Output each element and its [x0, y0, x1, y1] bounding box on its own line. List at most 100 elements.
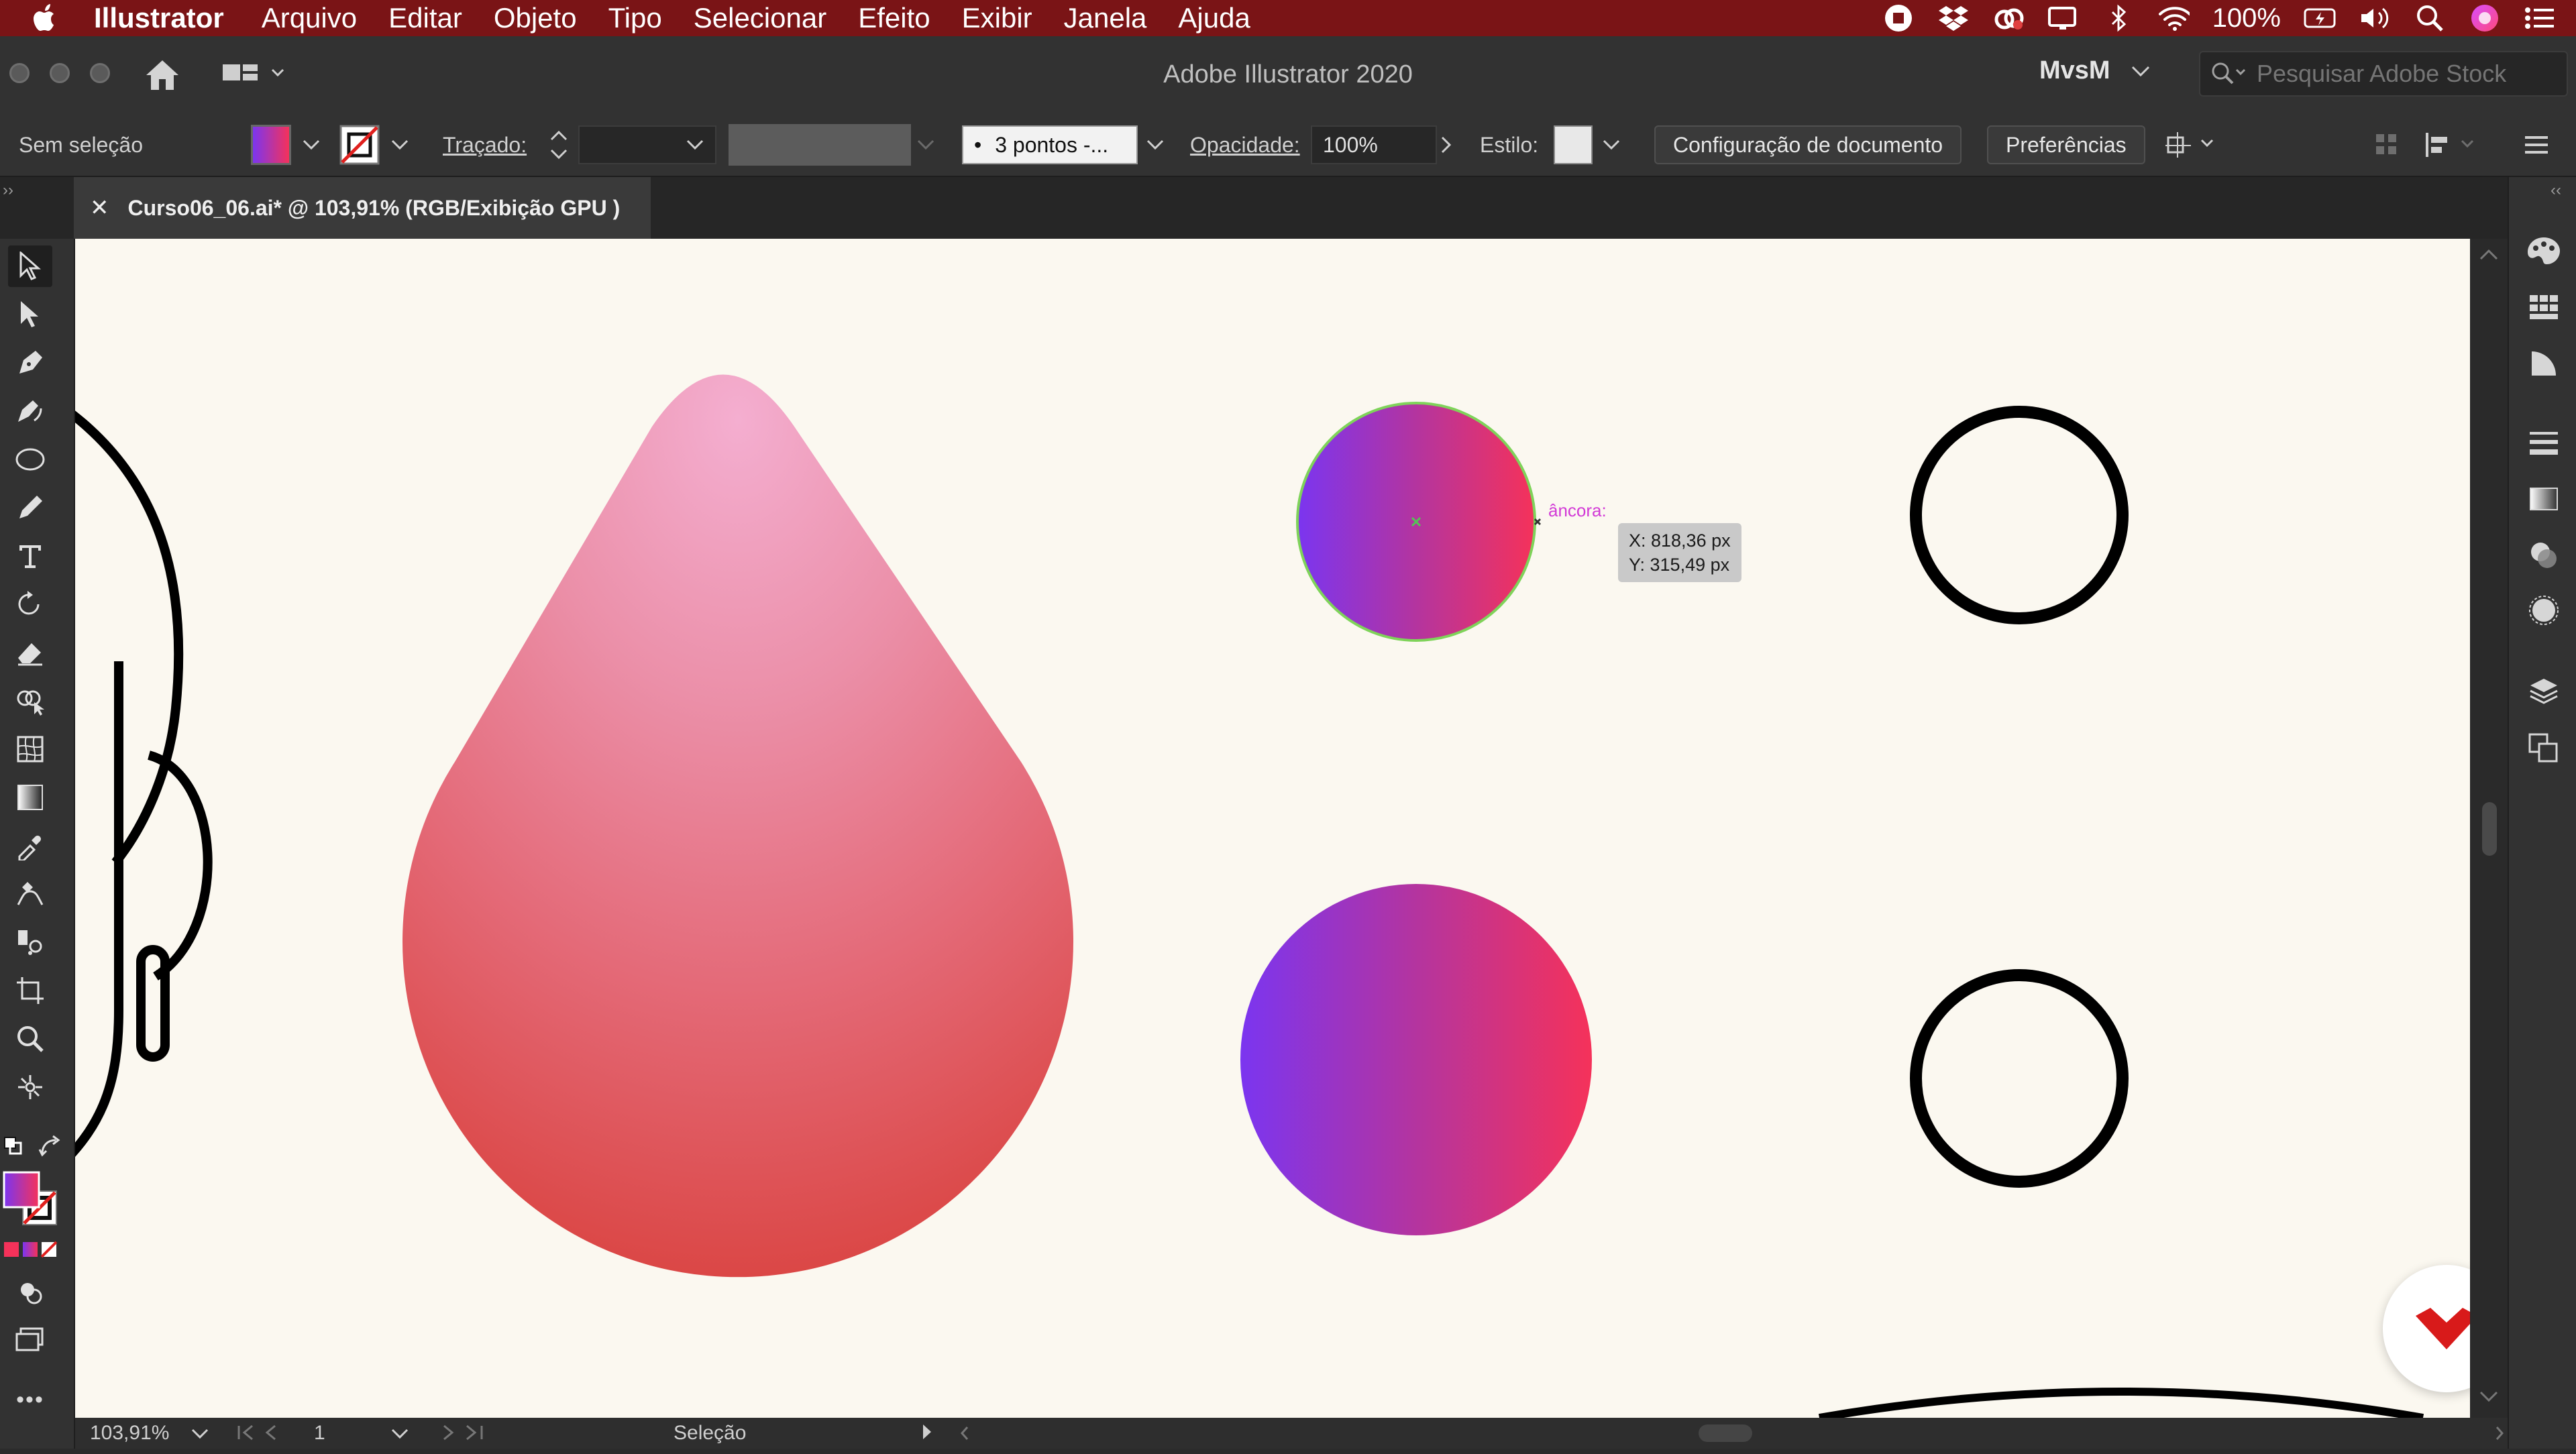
color-palette-icon[interactable] — [2526, 233, 2561, 268]
vertical-scrollbar[interactable] — [2470, 239, 2508, 1418]
close-tab-icon[interactable]: ✕ — [90, 194, 109, 221]
menu-janela[interactable]: Janela — [1064, 2, 1147, 34]
default-fill-stroke-icon[interactable] — [0, 1125, 27, 1167]
expand-panels-icon[interactable]: ‹‹ — [2551, 181, 2561, 200]
outline-circle-top[interactable] — [1910, 406, 2129, 624]
bottom-arc-shape[interactable] — [1818, 1388, 2424, 1418]
swap-fill-stroke-icon[interactable] — [36, 1125, 63, 1167]
zoom-dropdown[interactable] — [191, 1423, 209, 1446]
graphic-style-swatch[interactable] — [1554, 125, 1593, 164]
align-options-icon[interactable] — [2424, 114, 2478, 176]
style-dropdown[interactable] — [1602, 114, 1621, 176]
workspace-switcher[interactable]: MvsM — [2039, 56, 2151, 85]
pencil-tool-icon[interactable] — [8, 487, 52, 528]
volume-icon[interactable] — [2359, 5, 2391, 32]
figure-outline-left[interactable] — [75, 406, 213, 1164]
draw-mode-icon[interactable] — [8, 1272, 52, 1313]
fill-dropdown[interactable] — [302, 114, 321, 176]
selection-tool-icon[interactable] — [8, 245, 52, 287]
menu-arquivo[interactable]: Arquivo — [262, 2, 357, 34]
gradient-circle[interactable] — [1240, 884, 1592, 1235]
profile-dropdown[interactable] — [916, 114, 935, 176]
creative-cloud-icon[interactable] — [1992, 5, 2025, 32]
notification-center-icon[interactable] — [2524, 5, 2556, 32]
bluetooth-icon[interactable] — [2102, 4, 2135, 32]
stroke-color-swatch[interactable] — [339, 114, 380, 176]
menu-exibir[interactable]: Exibir — [962, 2, 1032, 34]
swatches-icon[interactable] — [2526, 290, 2561, 325]
direct-selection-tool-icon[interactable] — [8, 294, 52, 335]
app-name-menu[interactable]: Illustrator — [94, 2, 224, 34]
preferences-button[interactable]: Preferências — [1987, 125, 2145, 164]
artboard-number[interactable]: 1 — [314, 1422, 325, 1445]
brushes-icon[interactable] — [2526, 346, 2561, 381]
menu-tipo[interactable]: Tipo — [608, 2, 662, 34]
fill-color-swatch[interactable] — [251, 114, 291, 176]
document-tab[interactable]: ✕ Curso06_06.ai* @ 103,91% (RGB/Exibição… — [74, 177, 651, 239]
siri-icon[interactable] — [2469, 5, 2501, 32]
stroke-panel-icon[interactable] — [2526, 425, 2561, 460]
opacity-label[interactable]: Opacidade: — [1190, 114, 1300, 176]
display-icon[interactable] — [2047, 5, 2080, 32]
zoom-tool-icon[interactable] — [8, 1018, 52, 1060]
rotate-tool-icon[interactable] — [8, 583, 52, 625]
apple-menu-icon[interactable] — [27, 0, 64, 36]
transform-icon[interactable] — [2164, 114, 2218, 176]
color-mode-buttons[interactable] — [3, 1239, 63, 1263]
collapse-toolbar-icon[interactable]: ›› — [3, 181, 13, 200]
gradient-panel-icon[interactable] — [2526, 482, 2561, 516]
puppet-warp-tool-icon[interactable] — [8, 1066, 52, 1108]
stock-search-input[interactable] — [2255, 59, 2567, 89]
artboard-tool-icon[interactable] — [8, 970, 52, 1011]
type-tool-icon[interactable] — [8, 535, 52, 577]
stroke-weight-field[interactable] — [578, 125, 716, 164]
shape-builder-tool-icon[interactable] — [8, 680, 52, 722]
wifi-icon[interactable] — [2157, 5, 2190, 32]
stroke-dropdown[interactable] — [390, 114, 409, 176]
spotlight-search-icon[interactable] — [2414, 5, 2446, 32]
panel-menu-icon[interactable] — [2524, 114, 2551, 176]
battery-icon[interactable] — [2304, 5, 2336, 32]
brush-dropdown[interactable] — [1146, 114, 1165, 176]
menu-editar[interactable]: Editar — [388, 2, 462, 34]
stroke-label[interactable]: Traçado: — [443, 114, 527, 176]
artboard-nav-next-last[interactable] — [436, 1423, 496, 1447]
variable-width-profile[interactable] — [729, 124, 911, 166]
eyedropper-tool-icon[interactable] — [8, 825, 52, 866]
document-setup-button[interactable]: Configuração de documento — [1654, 125, 1962, 164]
menu-objeto[interactable]: Objeto — [494, 2, 577, 34]
eraser-tool-icon[interactable] — [8, 632, 52, 673]
zoom-level[interactable]: 103,91% — [90, 1422, 169, 1445]
gradient-tool-icon[interactable] — [8, 777, 52, 818]
gradient-drop-shape[interactable] — [402, 374, 1073, 1278]
stroke-weight-stepper[interactable] — [547, 114, 570, 176]
outline-circle-bottom[interactable] — [1910, 969, 2129, 1188]
more-tools-icon[interactable]: ••• — [8, 1379, 52, 1420]
artboards-panel-icon[interactable] — [2526, 731, 2561, 766]
horizontal-scrollbar[interactable] — [954, 1418, 2510, 1449]
menu-selecionar[interactable]: Selecionar — [694, 2, 826, 34]
curvature-tool-icon[interactable] — [8, 390, 52, 432]
align-grid-icon[interactable] — [2375, 114, 2399, 176]
artboard-dropdown[interactable] — [390, 1423, 409, 1446]
layers-icon[interactable] — [2526, 673, 2561, 708]
dropbox-icon[interactable] — [1937, 5, 1970, 32]
artboard-canvas[interactable]: âncora: X: 818,36 px Y: 315,49 px — [75, 239, 2470, 1418]
screen-mode-icon[interactable] — [8, 1319, 52, 1360]
appearance-icon[interactable] — [2526, 593, 2561, 628]
blend-tool-icon[interactable] — [8, 873, 52, 915]
mesh-tool-icon[interactable] — [8, 728, 52, 770]
opacity-arrow[interactable] — [1440, 114, 1453, 176]
menu-efeito[interactable]: Efeito — [858, 2, 930, 34]
adobe-stock-search[interactable] — [2199, 51, 2568, 97]
status-menu-arrow[interactable] — [920, 1422, 934, 1447]
pen-tool-icon[interactable] — [8, 342, 52, 384]
artboard-nav-first-prev[interactable] — [236, 1423, 297, 1447]
symbol-sprayer-tool-icon[interactable] — [8, 921, 52, 963]
record-icon[interactable] — [1882, 5, 1915, 32]
brush-definition-field[interactable]: • 3 pontos -... — [962, 125, 1138, 164]
ellipse-tool-icon[interactable] — [8, 439, 52, 480]
transparency-icon[interactable] — [2526, 538, 2561, 573]
menu-ajuda[interactable]: Ajuda — [1178, 2, 1250, 34]
opacity-field[interactable]: 100% — [1311, 125, 1437, 164]
